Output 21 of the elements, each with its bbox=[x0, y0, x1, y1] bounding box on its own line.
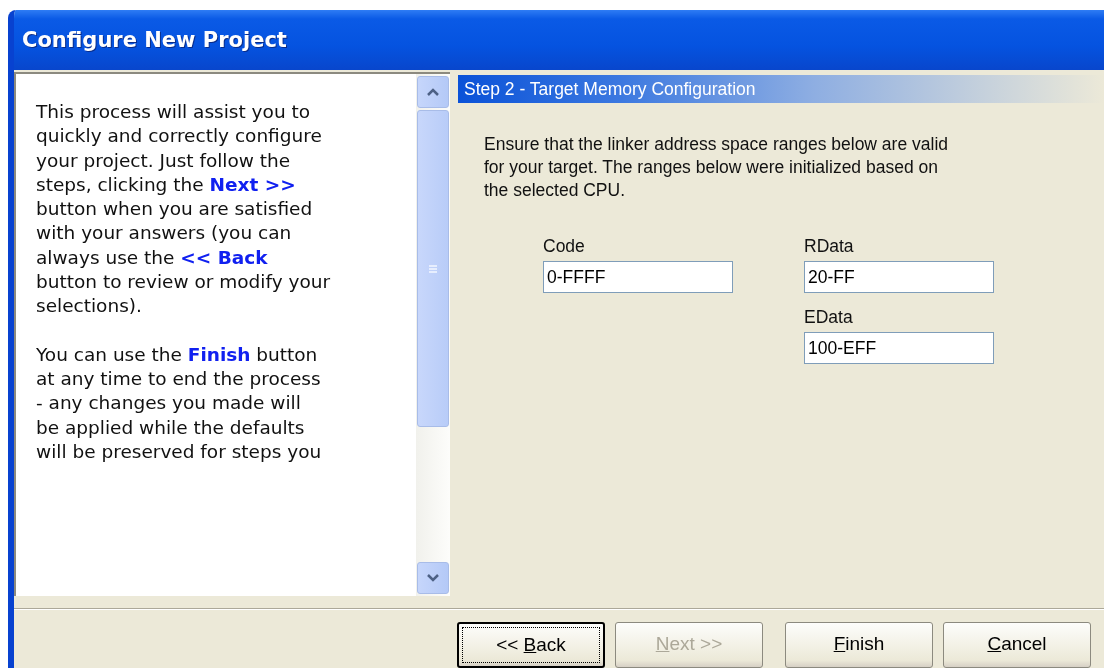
grip-icon bbox=[428, 264, 438, 273]
scroll-up-button[interactable] bbox=[417, 76, 449, 108]
step-description: Ensure that the linker address space ranges below are valid for your target. The ranges below were initialized based on the selected CPU. bbox=[484, 133, 949, 202]
chevron-up-icon bbox=[426, 87, 440, 97]
chevron-down-icon bbox=[426, 573, 440, 583]
dialog-button[interactable]: Finish bbox=[785, 622, 933, 668]
field-label: RData bbox=[804, 236, 855, 257]
input-field[interactable]: 20-FF bbox=[804, 261, 994, 293]
field-label: EData bbox=[804, 307, 854, 328]
help-paragraph: You can use the Finish button at any time to end the process - any changes you made will be applied while the defaults will be preserved for steps you bbox=[36, 342, 323, 464]
input-field[interactable]: 0-FFFF bbox=[543, 261, 733, 293]
input-field[interactable]: 100-EFF bbox=[804, 332, 994, 364]
dialog-button[interactable]: << Back bbox=[457, 622, 605, 668]
scrollbar[interactable] bbox=[416, 74, 450, 596]
help-paragraph: This process will assist you to quickly and correctly configure your project. Just follow the steps, clicking the Next >> button when you are satisfied with your answers (you can always use the << Back button to review or modify your selections). bbox=[36, 100, 332, 319]
dialog-button[interactable]: Cancel bbox=[943, 622, 1091, 668]
field-label: Code bbox=[543, 236, 586, 257]
scroll-down-button[interactable] bbox=[417, 562, 449, 594]
window-title: Configure New Project bbox=[22, 28, 287, 52]
scroll-thumb[interactable] bbox=[417, 110, 449, 427]
step-title: Step 2 - Target Memory Configuration bbox=[464, 78, 756, 100]
